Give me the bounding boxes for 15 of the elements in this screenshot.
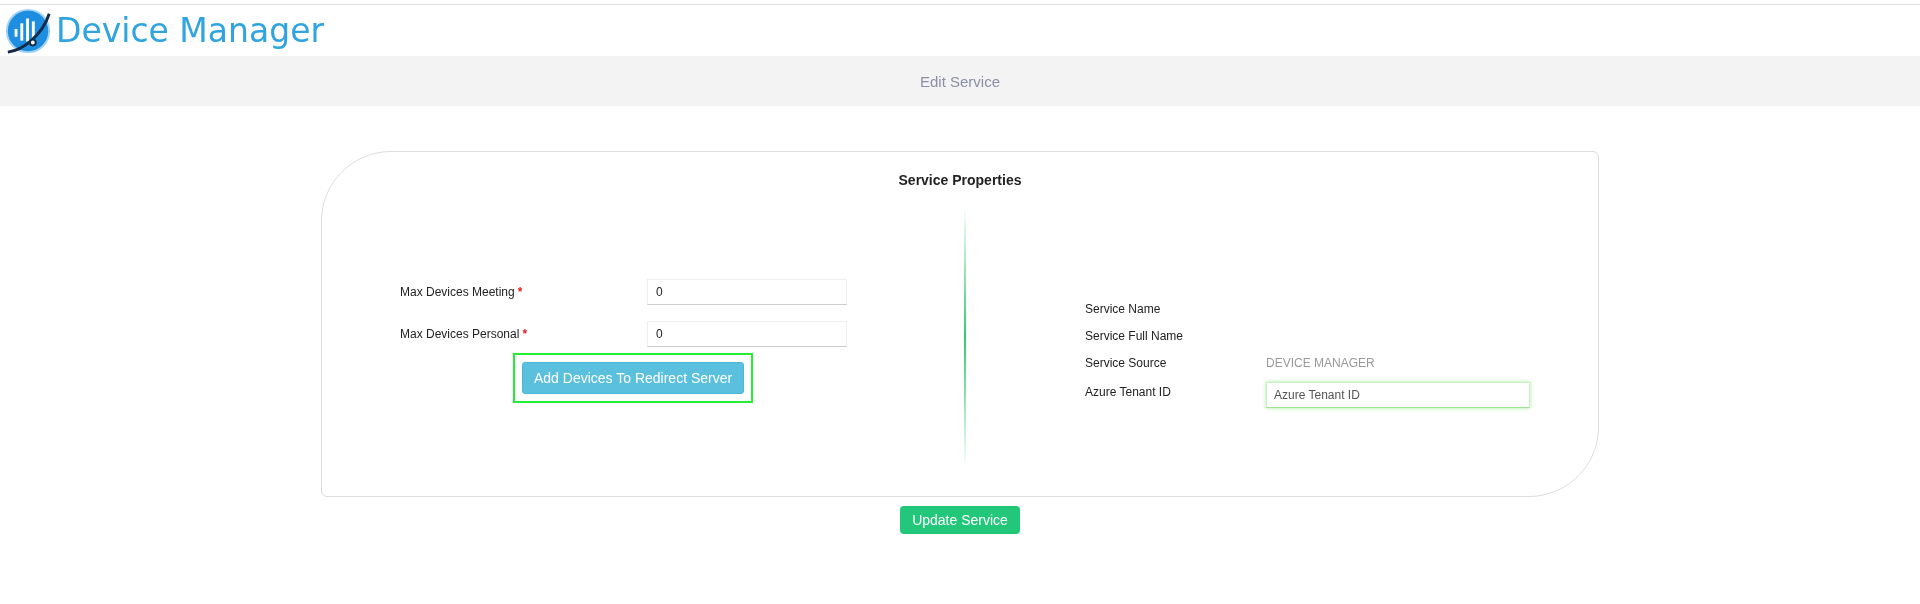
- text-field[interactable]: Azure Tenant ID: [1266, 382, 1530, 408]
- field-label: Max Devices Personal: [400, 327, 520, 341]
- field-label: Azure Tenant ID: [1085, 385, 1172, 399]
- field-label: Service Full Name: [1085, 328, 1185, 343]
- field-value: DEVICE MANAGER: [1266, 355, 1375, 370]
- app-title: Device Manager: [56, 11, 324, 50]
- required-mark: *: [517, 285, 523, 299]
- field-label: Service Name: [1085, 301, 1162, 316]
- number-field[interactable]: 0: [647, 321, 847, 347]
- required-mark: *: [522, 327, 528, 341]
- page-title: Edit Service: [919, 72, 1000, 90]
- field-label: Max Devices Meeting: [400, 285, 515, 299]
- field-label: Service Source: [1085, 355, 1168, 370]
- number-field[interactable]: 0: [647, 279, 847, 305]
- card-title: Service Properties: [897, 172, 1023, 188]
